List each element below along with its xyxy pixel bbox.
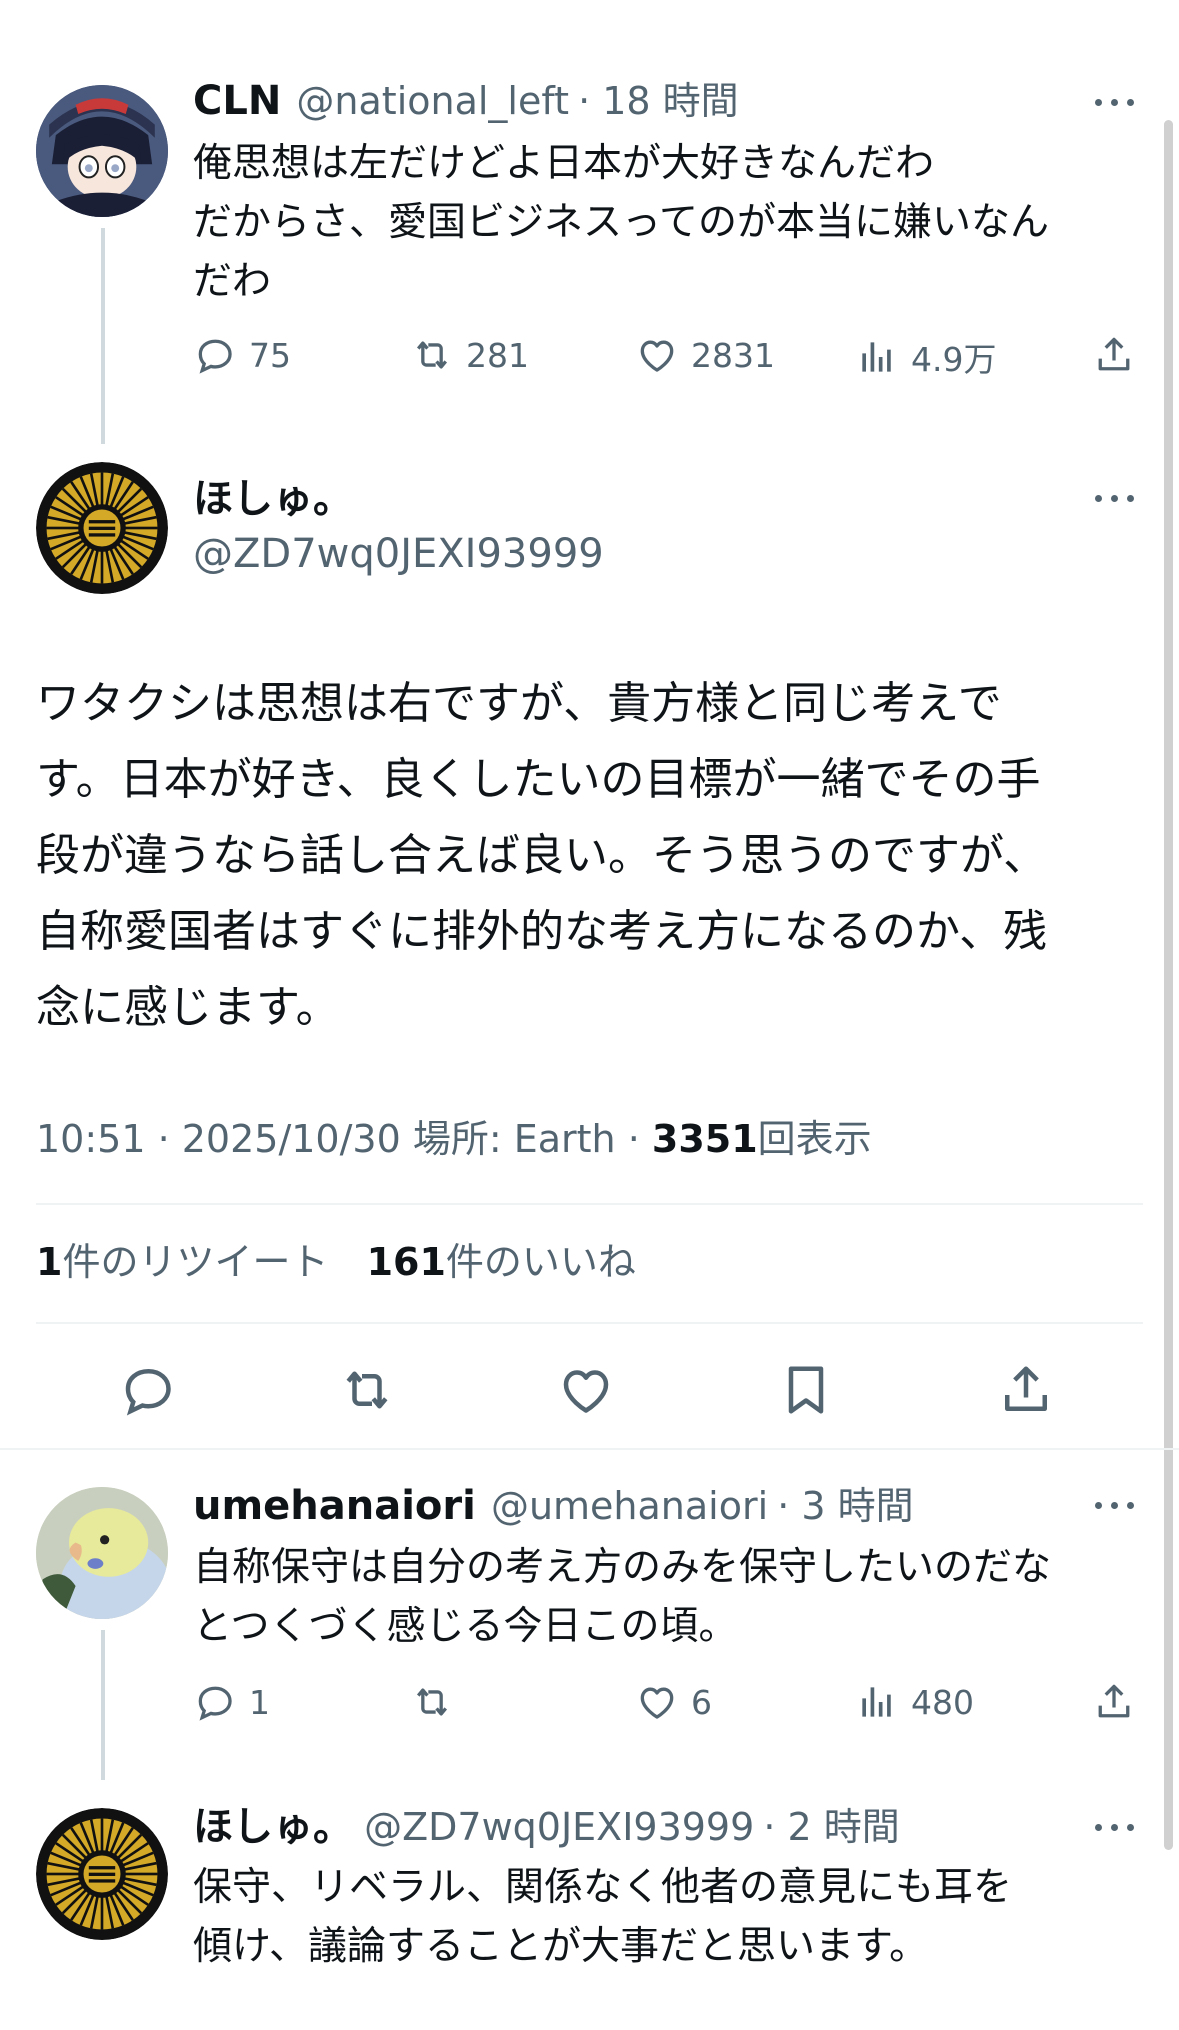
post-text: 自称保守は自分の考え方のみを保守したいのだな とつくづく感じる今日この頃。 <box>193 1538 1153 1656</box>
main-author-handle[interactable]: @ZD7wq0JEXI93999 <box>193 530 604 578</box>
post-header: ほしゅ。 @ZD7wq0JEXI93999 · 2 時間 <box>193 1803 900 1851</box>
more-icon[interactable] <box>1095 97 1137 109</box>
heart-icon <box>635 1680 679 1724</box>
like-button[interactable]: 2831 <box>635 333 775 377</box>
main-retweet-button[interactable] <box>337 1360 397 1420</box>
reply-icon <box>118 1360 178 1420</box>
post-header: umehanaiori @umehanaiori · 3 時間 <box>193 1482 914 1530</box>
post-time[interactable]: · 2 時間 <box>763 1805 899 1849</box>
share-icon <box>1092 333 1136 377</box>
post-author-handle[interactable]: @national_left <box>296 79 569 123</box>
post-text-line: だからさ、愛国ビジネスってのが本当に嫌いなん <box>193 200 1050 245</box>
retweet-button[interactable] <box>410 1680 466 1724</box>
share-button[interactable] <box>1092 1680 1136 1724</box>
share-button[interactable] <box>1092 333 1136 377</box>
post-text-line: 俺思想は左だけどよ日本が大好きなんだわ <box>193 141 935 186</box>
post-text-line: 傾け、議論することが大事だと思います。 <box>193 1924 929 1969</box>
chrysanthemum-crest-icon <box>36 462 168 594</box>
anime-avatar-icon <box>36 85 168 217</box>
post-time[interactable]: · 3 時間 <box>777 1484 913 1528</box>
post-text-line: だわ <box>193 259 272 304</box>
post-text-line: 保守、リベラル、関係なく他者の意見にも耳を <box>193 1865 1013 1910</box>
retweet-icon <box>410 333 454 377</box>
heart-icon <box>556 1360 616 1420</box>
main-text-line: 自称愛国者はすぐに排外的な考え方になるのか、残 <box>36 906 1048 957</box>
share-icon <box>1092 1680 1136 1724</box>
retweets-stat-label: 件のリツイート <box>62 1240 329 1284</box>
like-count: 6 <box>691 1682 712 1722</box>
retweets-stat[interactable]: 1件のリツイート <box>36 1240 328 1284</box>
likes-stat-count: 161 <box>366 1240 446 1284</box>
post-author-handle[interactable]: @ZD7wq0JEXI93999 <box>364 1805 754 1849</box>
likes-stat[interactable]: 161件のいいね <box>367 1240 636 1284</box>
main-share-button[interactable] <box>996 1360 1056 1420</box>
main-reply-button[interactable] <box>118 1360 178 1420</box>
retweets-stat-count: 1 <box>36 1240 63 1284</box>
avatar-hoshu[interactable] <box>36 1808 168 1940</box>
divider <box>36 1322 1143 1324</box>
like-count: 2831 <box>691 335 775 375</box>
main-text-line: ワタクシは思想は右ですが、貴方様と同じ考えで <box>36 678 1002 729</box>
divider <box>36 1203 1143 1205</box>
reply-count: 75 <box>249 335 291 375</box>
more-icon[interactable] <box>1095 1500 1137 1512</box>
view-label: 回表示 <box>757 1117 872 1161</box>
retweet-count: 281 <box>466 335 529 375</box>
parakeet-avatar-icon <box>36 1487 168 1619</box>
engagement-stats: 1件のリツイート 161件のいいね <box>36 1238 636 1286</box>
post-text-line: とつくづく感じる今日この頃。 <box>193 1604 738 1649</box>
post-text: 保守、リベラル、関係なく他者の意見にも耳を 傾け、議論することが大事だと思います… <box>193 1858 1153 1976</box>
views-button[interactable]: 4.9万 <box>855 333 996 381</box>
avatar-umehanaiori[interactable] <box>36 1487 168 1619</box>
views-count: 4.9万 <box>911 340 997 379</box>
main-post-text: ワタクシは思想は右ですが、貴方様と同じ考えで す。日本が好き、良くしたいの目標が… <box>36 666 1156 1046</box>
thread-line <box>101 228 105 444</box>
views-button[interactable]: 480 <box>855 1680 974 1724</box>
chrysanthemum-crest-icon <box>36 1808 168 1940</box>
heart-icon <box>635 333 679 377</box>
post-timestamp[interactable]: 10:51 · 2025/10/30 場所: Earth · <box>36 1117 640 1161</box>
post-meta: 10:51 · 2025/10/30 場所: Earth · 3351回表示 <box>36 1115 872 1163</box>
post-text: 俺思想は左だけどよ日本が大好きなんだわ だからさ、愛国ビジネスってのが本当に嫌い… <box>193 134 1153 311</box>
thread-line <box>101 1630 105 1780</box>
reply-count: 1 <box>249 1682 270 1722</box>
likes-stat-label: 件のいいね <box>445 1240 636 1284</box>
reply-icon <box>193 1680 237 1724</box>
view-count: 3351 <box>651 1117 758 1161</box>
bookmark-icon <box>776 1360 836 1420</box>
views-count: 480 <box>911 1682 974 1722</box>
post-author-name[interactable]: umehanaiori <box>193 1483 476 1529</box>
avatar-cln[interactable] <box>36 85 168 217</box>
views-icon <box>855 335 899 379</box>
reply-icon <box>193 333 237 377</box>
post-time[interactable]: · 18 時間 <box>578 79 739 123</box>
main-author-name[interactable]: ほしゅ。 <box>193 475 353 523</box>
reply-button[interactable]: 1 <box>193 1680 270 1724</box>
scrollbar[interactable] <box>1164 120 1173 1850</box>
post-header: CLN @national_left · 18 時間 <box>193 77 739 125</box>
post-author-name[interactable]: CLN <box>193 78 281 124</box>
views-icon <box>855 1680 899 1724</box>
bookmark-button[interactable] <box>776 1360 836 1420</box>
post-author-handle[interactable]: @umehanaiori <box>491 1484 768 1528</box>
main-text-line: 念に感じます。 <box>36 982 340 1033</box>
more-icon[interactable] <box>1095 1822 1137 1834</box>
post-author-name[interactable]: ほしゅ。 <box>193 1804 353 1850</box>
section-divider <box>0 1448 1179 1450</box>
share-icon <box>996 1360 1056 1420</box>
retweet-icon <box>337 1360 397 1420</box>
more-icon[interactable] <box>1095 493 1137 505</box>
reply-button[interactable]: 75 <box>193 333 291 377</box>
main-text-line: す。日本が好き、良くしたいの目標が一緒でその手 <box>36 754 1041 805</box>
post-text-line: 自称保守は自分の考え方のみを保守したいのだな <box>193 1545 1052 1590</box>
main-like-button[interactable] <box>556 1360 616 1420</box>
retweet-button[interactable]: 281 <box>410 333 529 377</box>
main-text-line: 段が違うなら話し合えば良い。そう思うのですが、 <box>36 830 1048 881</box>
avatar-hoshu[interactable] <box>36 462 168 594</box>
retweet-icon <box>410 1680 454 1724</box>
like-button[interactable]: 6 <box>635 1680 712 1724</box>
